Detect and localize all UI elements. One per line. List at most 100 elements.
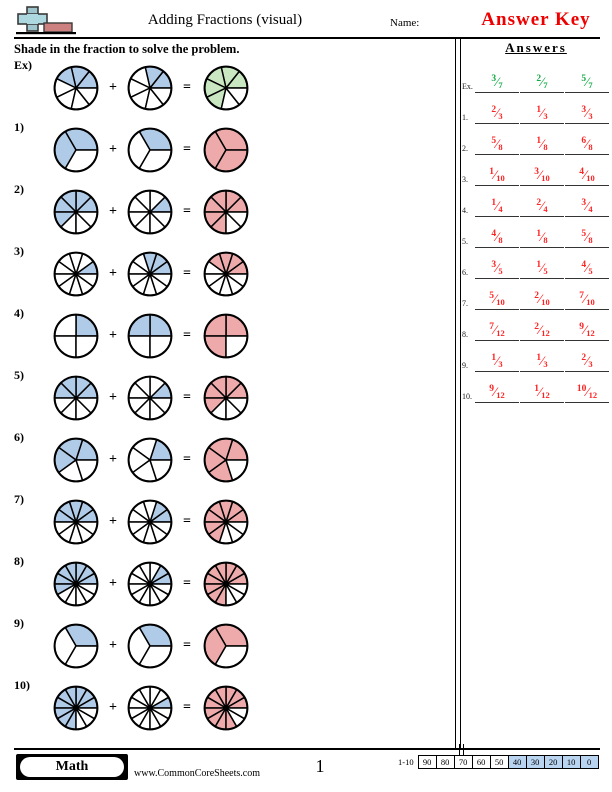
answer-blank[interactable]: 2⁄3 <box>475 94 519 124</box>
problem-number: 10) <box>14 678 30 692</box>
sum-answer-circle[interactable] <box>198 62 254 114</box>
fraction-equation: + = <box>50 186 254 238</box>
answer-blank[interactable]: 2⁄3 <box>565 342 609 372</box>
addend-2-circle <box>124 372 176 424</box>
fraction-denominator: 8 <box>588 142 593 152</box>
answer-fraction: 2⁄10 <box>520 291 564 307</box>
addend-2-circle <box>124 186 176 238</box>
answer-row-label: 1. <box>462 113 468 122</box>
sum-answer-circle[interactable] <box>198 682 254 734</box>
answer-blank[interactable]: 9⁄12 <box>475 373 519 403</box>
fraction-denominator: 10 <box>541 297 550 307</box>
answer-blank[interactable]: 1⁄3 <box>475 342 519 372</box>
answer-row: Ex. 3⁄7 2⁄7 5⁄7 <box>461 62 611 93</box>
grade-box: 50 <box>489 755 508 769</box>
fraction-equation: + = <box>50 620 254 672</box>
answers-title: Answers <box>505 40 567 55</box>
answer-blank[interactable]: 3⁄4 <box>565 187 609 217</box>
sum-answer-circle[interactable] <box>198 186 254 238</box>
name-label: Name: <box>390 17 420 29</box>
addend-2-circle <box>124 496 176 548</box>
subject-badge-label: Math <box>20 757 124 777</box>
sum-answer-circle[interactable] <box>198 372 254 424</box>
answer-blank[interactable]: 4⁄5 <box>565 249 609 279</box>
answer-blank[interactable]: 1⁄3 <box>520 342 564 372</box>
grade-box: 40 <box>507 755 526 769</box>
fraction-denominator: 5 <box>588 266 593 276</box>
fraction-denominator: 12 <box>541 328 550 338</box>
answer-cells: 4⁄8 1⁄8 5⁄8 <box>475 218 610 248</box>
plus-operator: + <box>109 266 117 281</box>
answer-blank[interactable]: 1⁄10 <box>475 156 519 186</box>
sum-answer-circle[interactable] <box>198 434 254 486</box>
answer-blank[interactable]: 5⁄8 <box>475 125 519 155</box>
addend-2-circle <box>124 682 176 734</box>
fraction-denominator: 3 <box>498 111 503 121</box>
fraction-denominator: 12 <box>588 390 598 400</box>
answer-fraction: 5⁄7 <box>565 74 609 90</box>
answer-blank[interactable]: 6⁄8 <box>565 125 609 155</box>
fraction-equation: + = <box>50 682 254 734</box>
sum-answer-circle[interactable] <box>198 248 254 300</box>
equals-operator: = <box>183 452 191 467</box>
problem-number: 2) <box>14 182 24 196</box>
equals-operator: = <box>183 204 191 219</box>
answer-blank[interactable]: 7⁄10 <box>565 280 609 310</box>
fraction-equation: + = <box>50 310 254 362</box>
answer-blank[interactable]: 1⁄5 <box>520 249 564 279</box>
sum-answer-circle[interactable] <box>198 310 254 362</box>
answer-blank[interactable]: 1⁄12 <box>520 373 564 403</box>
answer-row-label: 2. <box>462 144 468 153</box>
answer-row: 6. 3⁄5 1⁄5 4⁄5 <box>461 248 611 279</box>
answer-row: 3. 1⁄10 3⁄10 4⁄10 <box>461 155 611 186</box>
equals-operator: = <box>183 266 191 281</box>
equals-operator: = <box>183 328 191 343</box>
grade-box: 20 <box>543 755 562 769</box>
plus-operator: + <box>109 514 117 529</box>
equals-operator: = <box>183 142 191 157</box>
problem-row: 5) + = <box>0 366 455 428</box>
answer-blank[interactable]: 3⁄10 <box>520 156 564 186</box>
grading-scale: 1-10 90 80 70 60 50 40 30 20 10 0 <box>398 755 599 769</box>
answer-blank[interactable]: 4⁄8 <box>475 218 519 248</box>
answer-fraction: 1⁄10 <box>475 167 519 183</box>
grade-box: 60 <box>471 755 490 769</box>
answer-blank[interactable]: 2⁄7 <box>520 63 564 93</box>
sum-answer-circle[interactable] <box>198 558 254 610</box>
sum-answer-circle[interactable] <box>198 124 254 176</box>
answer-row: 10. 9⁄12 1⁄12 10⁄12 <box>461 372 611 403</box>
answer-blank[interactable]: 1⁄8 <box>520 125 564 155</box>
answer-blank[interactable]: 10⁄12 <box>565 373 609 403</box>
answer-blank[interactable]: 1⁄3 <box>520 94 564 124</box>
answer-blank[interactable]: 9⁄12 <box>565 311 609 341</box>
answer-blank[interactable]: 1⁄4 <box>475 187 519 217</box>
answer-blank[interactable]: 3⁄5 <box>475 249 519 279</box>
answer-blank[interactable]: 3⁄7 <box>475 63 519 93</box>
answer-fraction: 3⁄5 <box>475 260 519 276</box>
problem-row: 7) + = <box>0 490 455 552</box>
answer-fraction: 3⁄7 <box>475 74 519 90</box>
sum-answer-circle[interactable] <box>198 496 254 548</box>
answer-blank[interactable]: 3⁄3 <box>565 94 609 124</box>
equals-operator: = <box>183 576 191 591</box>
answer-blank[interactable]: 2⁄4 <box>520 187 564 217</box>
answer-blank[interactable]: 5⁄10 <box>475 280 519 310</box>
answer-blank[interactable]: 4⁄10 <box>565 156 609 186</box>
plus-operator: + <box>109 638 117 653</box>
instructions-text: Shade in the fraction to solve the probl… <box>14 42 240 56</box>
answer-blank[interactable]: 7⁄12 <box>475 311 519 341</box>
answer-cells: 1⁄4 2⁄4 3⁄4 <box>475 187 610 217</box>
answer-blank[interactable]: 2⁄10 <box>520 280 564 310</box>
answer-fraction: 7⁄12 <box>475 322 519 338</box>
answer-blank[interactable]: 5⁄8 <box>565 218 609 248</box>
answer-fraction: 1⁄4 <box>475 198 519 214</box>
answers-panel: Answers Ex. 3⁄7 2⁄7 5⁄7 1. 2⁄3 1⁄3 3⁄3 2. 5⁄8 1⁄8 6… <box>461 40 611 403</box>
answer-cells: 9⁄12 1⁄12 10⁄12 <box>475 373 610 403</box>
problem-row: 2) + = <box>0 180 455 242</box>
answer-blank[interactable]: 2⁄12 <box>520 311 564 341</box>
answer-fraction: 3⁄4 <box>565 198 609 214</box>
answer-blank[interactable]: 1⁄8 <box>520 218 564 248</box>
sum-answer-circle[interactable] <box>198 620 254 672</box>
answer-blank[interactable]: 5⁄7 <box>565 63 609 93</box>
answer-fraction: 4⁄5 <box>565 260 609 276</box>
